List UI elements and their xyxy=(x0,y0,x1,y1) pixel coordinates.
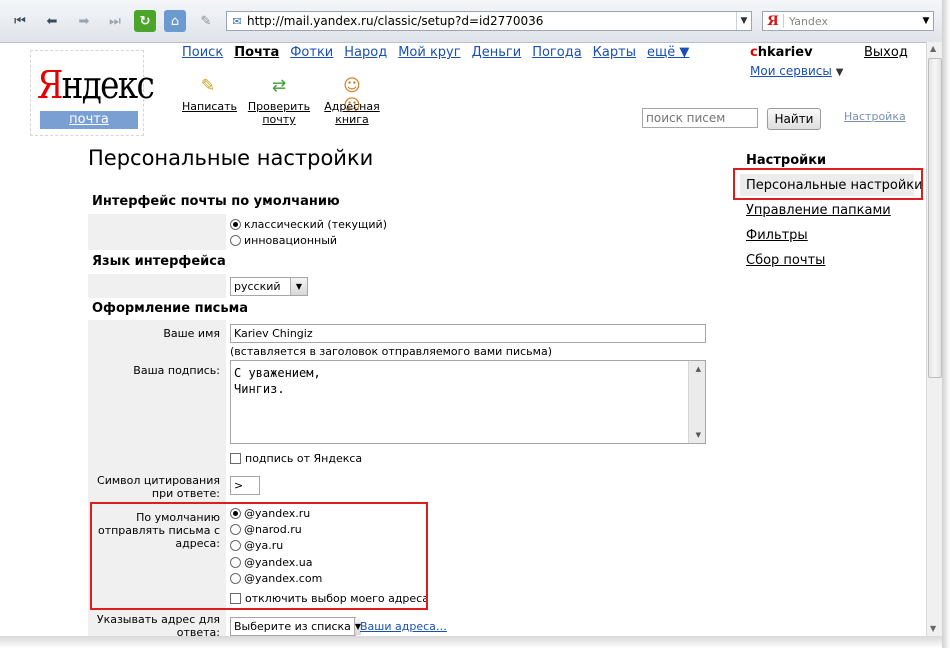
label-bg-language xyxy=(88,274,226,298)
check-mail-label-1[interactable]: Проверить xyxy=(248,100,310,113)
nav-narod[interactable]: Народ xyxy=(344,45,387,60)
page-scrollbar[interactable]: ▲ ▼ xyxy=(926,42,943,636)
chevron-down-icon: ▼ xyxy=(835,67,844,78)
compose-label[interactable]: Написать xyxy=(182,100,237,113)
logo-first-letter: Я xyxy=(37,63,63,107)
refresh-arrows-icon: ⇄ xyxy=(271,76,287,96)
interface-heading: Интерфейс почты по умолчанию xyxy=(92,194,340,209)
scroll-up-icon[interactable]: ▲ xyxy=(696,365,701,373)
my-services-label[interactable]: Мои сервисы xyxy=(750,64,832,78)
compose-action[interactable]: ✎ Написать xyxy=(182,76,237,113)
quote-input[interactable]: > xyxy=(230,476,260,495)
signature-label: Ваша подпись: xyxy=(133,364,220,377)
window-shadow-right xyxy=(942,0,950,648)
interface-option-classic[interactable]: классический (текущий) xyxy=(230,218,387,231)
browser-search-bar[interactable]: Я Yandex ▼ xyxy=(762,11,934,31)
chevron-down-icon: ▼ xyxy=(290,278,307,295)
nav-maps[interactable]: Карты xyxy=(593,45,636,60)
sidebar-title: Настройки xyxy=(746,153,827,168)
username-first-letter: c xyxy=(750,45,758,60)
window-shadow-bottom xyxy=(0,636,946,648)
last-page-icon[interactable]: ⏭ xyxy=(104,10,126,32)
interface-option-innovative[interactable]: инновационный xyxy=(230,234,337,247)
quote-label: Символ цитирования при ответе: xyxy=(97,474,220,500)
logout-link[interactable]: Выход xyxy=(864,45,908,60)
nav-photos[interactable]: Фотки xyxy=(290,45,333,60)
name-label: Ваше имя xyxy=(163,327,220,340)
sidebar-item-filters[interactable]: Фильтры xyxy=(746,228,808,243)
my-addresses-link[interactable]: Ваши адреса… xyxy=(360,620,447,633)
url-dropdown-icon[interactable]: ▼ xyxy=(736,12,751,30)
nav-money[interactable]: Деньги xyxy=(472,45,522,60)
check-mail-action[interactable]: ⇄ Проверить почту xyxy=(246,76,312,126)
name-input[interactable]: Kariev Chingiz xyxy=(230,324,706,343)
name-hint: (вставляется в заголовок отправляемого в… xyxy=(230,345,552,358)
sidebar-item-folders[interactable]: Управление папками xyxy=(746,203,891,218)
scroll-up-icon[interactable]: ▲ xyxy=(930,44,936,53)
nav-mail[interactable]: Почта xyxy=(234,45,279,60)
pen-icon[interactable]: ✎ xyxy=(196,10,216,32)
design-heading: Оформление письма xyxy=(92,301,248,316)
nav-search[interactable]: Поиск xyxy=(182,45,223,60)
from-address-highlight xyxy=(90,502,428,610)
site-favicon-icon: ✉ xyxy=(232,14,242,28)
yandex-logo-icon: Я xyxy=(767,13,779,29)
address-bar[interactable]: ✉ http://mail.yandex.ru/classic/setup?d=… xyxy=(226,11,752,31)
yandex-mail-logo[interactable]: Яндекс почта xyxy=(30,50,155,136)
label-bg-interface xyxy=(88,214,226,250)
my-services-menu[interactable]: Мои сервисы ▼ xyxy=(750,64,843,78)
services-nav: Поиск Почта Фотки Народ Мой круг Деньги Погода… xyxy=(182,45,700,60)
first-page-icon[interactable]: ⏮ xyxy=(8,10,32,32)
checkbox[interactable] xyxy=(230,453,241,464)
signature-textarea[interactable]: С уважением, Чингиз. ▲ ▼ xyxy=(230,360,706,444)
radio-button[interactable] xyxy=(230,219,241,230)
sidebar-highlight xyxy=(733,168,923,200)
reload-icon[interactable]: ↻ xyxy=(134,10,156,32)
signature-text[interactable]: С уважением, Чингиз. xyxy=(234,365,321,397)
forward-arrow-icon[interactable]: ➡ xyxy=(72,10,96,32)
logo-mail-link[interactable]: почта xyxy=(40,111,138,129)
address-book-action[interactable]: ☺☺ Адресная книга xyxy=(322,76,382,126)
scrollbar-thumb[interactable] xyxy=(928,58,942,378)
check-mail-label-2[interactable]: почту xyxy=(262,113,295,126)
search-button[interactable]: Найти xyxy=(767,108,821,130)
home-icon[interactable]: ⌂ xyxy=(164,10,186,32)
nav-more[interactable]: ещё ▼ xyxy=(647,45,689,60)
nav-weather[interactable]: Погода xyxy=(532,45,581,60)
address-book-label-1[interactable]: Адресная xyxy=(324,100,379,113)
username[interactable]: chkariev xyxy=(750,45,813,60)
pencil-icon: ✎ xyxy=(200,76,216,96)
radio-button[interactable] xyxy=(230,235,241,246)
reply-address-select[interactable]: Выберите из списка ▼ xyxy=(230,617,362,636)
username-rest: hkariev xyxy=(757,45,813,60)
language-select[interactable]: русский ▼ xyxy=(230,277,308,296)
logo-rest: ндекс xyxy=(61,63,155,107)
search-dropdown-icon[interactable]: ▼ xyxy=(919,16,933,26)
back-arrow-icon[interactable]: ⬅ xyxy=(40,10,64,32)
search-engine-name[interactable]: Yandex xyxy=(789,15,919,28)
scroll-down-icon[interactable]: ▼ xyxy=(696,431,701,439)
url-text[interactable]: http://mail.yandex.ru/classic/setup?d=id… xyxy=(247,14,736,28)
signature-scrollbar[interactable]: ▲ ▼ xyxy=(688,361,705,443)
yandex-signature-option[interactable]: подпись от Яндекса xyxy=(230,452,362,465)
mail-search-input[interactable] xyxy=(642,108,758,128)
settings-link[interactable]: Настройка xyxy=(844,110,906,123)
sidebar-item-collector[interactable]: Сбор почты xyxy=(746,253,825,268)
browser-toolbar: ⏮ ⬅ ➡ ⏭ ↻ ⌂ ✎ ✉ http://mail.yandex.ru/cl… xyxy=(0,0,950,43)
nav-moikrug[interactable]: Мой круг xyxy=(398,45,460,60)
address-book-label-2[interactable]: книга xyxy=(335,113,369,126)
language-heading: Язык интерфейса xyxy=(92,254,226,269)
page-title: Персональные настройки xyxy=(88,146,374,170)
scroll-down-icon[interactable]: ▼ xyxy=(930,624,936,633)
contacts-icon: ☺☺ xyxy=(343,76,361,116)
